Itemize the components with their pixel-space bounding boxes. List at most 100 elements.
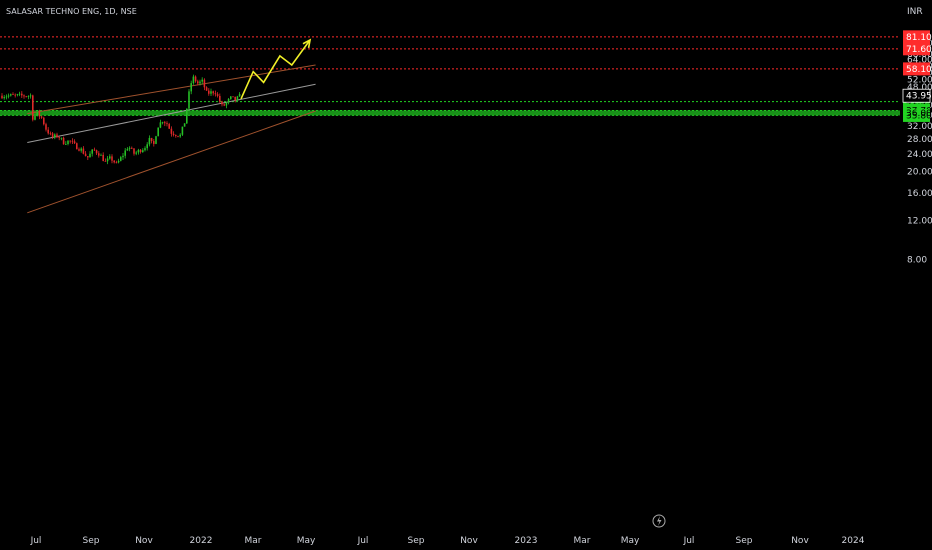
candle-body xyxy=(177,135,179,137)
candle-body xyxy=(214,93,217,95)
time-tick-label: Sep xyxy=(736,536,753,546)
candle-body xyxy=(38,111,41,117)
candle-body xyxy=(111,156,113,161)
price-tick-label: 32.00 xyxy=(907,122,932,132)
candle-body xyxy=(1,95,3,99)
price-chart[interactable]: 8.00 12.00 16.00 20.00 24.00 28.00 32.00 36.00 4… xyxy=(0,0,932,550)
candle-body xyxy=(148,137,151,145)
last-price-tag-label: 43.95 xyxy=(906,92,932,102)
candle-body xyxy=(194,76,197,82)
candle-body xyxy=(115,162,118,164)
candle-body xyxy=(146,144,148,149)
candle-body xyxy=(208,90,210,94)
candle-body xyxy=(144,148,146,151)
symbol-title: SALASAR TECHNO ENG, 1D, NSE xyxy=(6,7,137,16)
candle-body xyxy=(230,96,232,99)
time-tick-label: 2023 xyxy=(515,536,538,546)
time-tick-label: Nov xyxy=(791,536,809,546)
candle-body xyxy=(126,148,129,151)
candle-body xyxy=(76,143,78,150)
candle-body xyxy=(56,134,58,138)
candle-body xyxy=(45,124,47,130)
candle-body xyxy=(137,149,140,153)
overlap-tag-label: 36.00 xyxy=(906,109,932,119)
candle-body xyxy=(139,149,142,153)
candle-body xyxy=(60,137,63,139)
candle-body xyxy=(117,160,120,163)
candle-body xyxy=(225,102,228,106)
candle-body xyxy=(47,129,49,134)
candle-body xyxy=(29,95,32,97)
time-tick-label: Mar xyxy=(574,536,591,546)
time-tick-label: Jul xyxy=(683,536,695,546)
price-tick-label: 20.00 xyxy=(907,167,932,177)
candle-body xyxy=(113,160,115,163)
candle-body xyxy=(109,156,111,159)
chart-background xyxy=(0,0,932,550)
price-tick-label: 28.00 xyxy=(907,135,932,145)
candle-body xyxy=(175,135,177,136)
candle-body xyxy=(232,96,234,98)
candle-body xyxy=(95,150,98,154)
candle-body xyxy=(201,79,203,82)
price-tick-label: 12.00 xyxy=(907,216,932,226)
time-tick-label: 2024 xyxy=(842,536,865,546)
candle-body xyxy=(186,108,188,124)
candle-body xyxy=(203,79,206,88)
candle-body xyxy=(87,156,89,158)
level-tag-58.10-label: 58.10 xyxy=(906,65,932,75)
candle-body xyxy=(238,94,241,97)
candle-body xyxy=(25,96,27,98)
candle-body xyxy=(80,148,82,151)
candle-body xyxy=(223,104,225,106)
candle-body xyxy=(199,81,201,84)
candle-body xyxy=(170,128,173,134)
candle-body xyxy=(159,122,162,128)
price-tick-label: 16.00 xyxy=(907,189,932,199)
candle-body xyxy=(21,93,23,96)
candle-body xyxy=(205,87,208,91)
candle-body xyxy=(27,96,30,97)
price-tick-label: 24.00 xyxy=(907,150,932,160)
candle-body xyxy=(168,124,170,129)
candle-body xyxy=(12,94,14,96)
candle-body xyxy=(65,143,67,145)
candle-body xyxy=(54,134,56,138)
candle-body xyxy=(181,126,184,135)
candle-body xyxy=(135,152,137,154)
candle-body xyxy=(106,158,109,162)
candle-body xyxy=(122,155,124,158)
candle-body xyxy=(210,91,212,94)
candle-body xyxy=(179,134,181,137)
candle-body xyxy=(40,116,43,118)
candle-body xyxy=(14,94,16,96)
candle-body xyxy=(166,123,168,125)
time-tick-label: Jul xyxy=(30,536,42,546)
level-tag-71.60-label: 71.60 xyxy=(906,45,932,55)
candle-body xyxy=(221,101,223,105)
candle-body xyxy=(82,148,85,154)
candle-body xyxy=(227,98,230,103)
candle-body xyxy=(124,150,126,156)
candle-body xyxy=(89,153,91,158)
candle-body xyxy=(91,149,93,154)
candle-body xyxy=(236,96,239,101)
candle-body xyxy=(93,149,96,151)
support-zone-band xyxy=(0,110,900,116)
candle-body xyxy=(34,115,36,120)
candle-body xyxy=(153,141,155,144)
time-tick-label: Sep xyxy=(83,536,100,546)
candle-body xyxy=(58,137,60,138)
candle-body xyxy=(183,123,186,127)
candle-body xyxy=(16,94,19,96)
candle-body xyxy=(128,147,131,149)
support-zone xyxy=(0,110,900,116)
time-tick-label: May xyxy=(297,536,316,546)
candle-body xyxy=(100,154,102,156)
candle-body xyxy=(188,91,190,109)
candle-body xyxy=(32,95,34,120)
time-tick-label: Sep xyxy=(408,536,425,546)
candle-body xyxy=(120,157,122,161)
candle-body xyxy=(43,117,45,125)
candle-body xyxy=(84,153,87,157)
